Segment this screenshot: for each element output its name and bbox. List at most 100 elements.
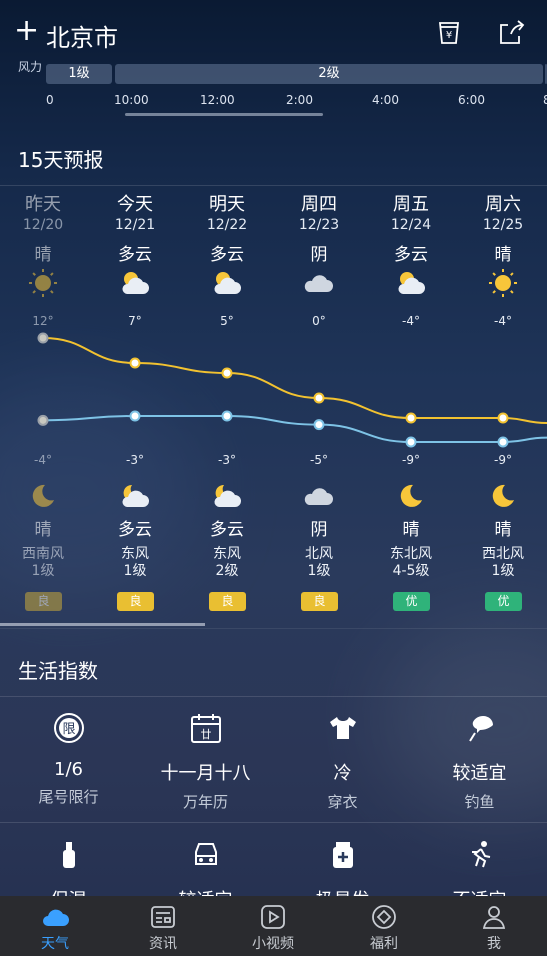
day-column[interactable]: 今天 12/21 多云 — [89, 194, 181, 266]
time-label: 0 — [46, 93, 54, 107]
life-index-item[interactable]: 限 1/6 尾号限行 — [0, 711, 137, 807]
running-icon — [463, 838, 497, 872]
forecast-title: 15天预报 — [18, 148, 104, 172]
day-name: 周六 — [485, 194, 521, 215]
life-index-item[interactable]: 廿 十一月十八 万年历 — [137, 711, 274, 812]
temperature-chart — [37, 332, 547, 448]
day-condition: 多云 — [118, 245, 152, 265]
day-condition: 晴 — [494, 245, 512, 265]
night-condition: 多云 — [210, 520, 244, 540]
moon-icon — [26, 481, 60, 511]
day-condition: 晴 — [34, 245, 52, 265]
hourly-scroll-indicator[interactable] — [125, 113, 323, 116]
day-column[interactable]: 昨天 12/20 晴 — [0, 194, 89, 266]
bottom-nav: 天气 资讯 小视频 福利 我 — [0, 896, 547, 956]
nav-weather[interactable]: 天气 — [0, 896, 110, 953]
top-header: + 北京市 ¥ — [0, 0, 547, 64]
night-condition: 晴 — [34, 520, 52, 540]
day-column[interactable]: 周四 12/23 阴 — [273, 194, 365, 266]
wind-level: 1级 — [307, 563, 331, 579]
day-name: 明天 — [209, 194, 245, 215]
aqi-badge: 优 — [485, 592, 522, 611]
day-column[interactable]: 明天 12/22 多云 — [181, 194, 273, 266]
moisturizer-icon — [52, 838, 86, 872]
wind-direction: 东风 — [213, 546, 241, 562]
day-date: 12/21 — [114, 217, 156, 233]
aqi-badge: 良 — [25, 592, 62, 611]
divider — [0, 696, 547, 697]
nav-label: 小视频 — [252, 936, 294, 952]
forecast-scroll-indicator[interactable] — [0, 623, 205, 626]
wind-segment: 1级 — [46, 64, 112, 84]
gift-icon — [369, 902, 399, 932]
partly-cloudy-night-icon — [118, 481, 152, 511]
temp-curve — [42, 337, 547, 424]
time-label: 8 — [543, 93, 547, 107]
day-date: 12/22 — [206, 217, 248, 233]
divider — [0, 628, 547, 629]
partly-cloudy-night-icon — [210, 481, 244, 511]
nav-profile[interactable]: 我 — [439, 896, 547, 953]
life-index-item[interactable]: 冷 穿衣 — [274, 711, 411, 812]
time-label: 6:00 — [458, 93, 485, 107]
nav-label: 福利 — [370, 936, 398, 952]
life-index-name: 万年历 — [182, 793, 228, 811]
city-name[interactable]: 北京市 — [46, 18, 118, 53]
life-index-name: 穿衣 — [327, 793, 358, 811]
medicine-icon — [326, 838, 360, 872]
day-condition: 多云 — [210, 245, 244, 265]
fishing-icon — [463, 711, 497, 745]
cloud-icon — [40, 902, 70, 932]
add-city-button[interactable]: + — [14, 14, 39, 48]
life-index-value: 冷 — [333, 763, 352, 784]
svg-text:限: 限 — [62, 722, 75, 737]
life-index-name: 尾号限行 — [38, 788, 99, 806]
life-index-value: 1/6 — [54, 759, 83, 780]
calendar-icon: 廿 — [189, 711, 223, 745]
nav-label: 我 — [487, 936, 501, 952]
sun-icon — [26, 268, 60, 298]
day-condition: 阴 — [310, 245, 328, 265]
night-condition: 阴 — [310, 520, 328, 540]
partly-cloudy-icon — [118, 268, 152, 298]
wind-level: 4-5级 — [392, 563, 430, 579]
cloud-icon — [302, 481, 336, 511]
svg-text:¥: ¥ — [446, 30, 452, 41]
sun-icon — [486, 268, 520, 298]
cloud-icon — [302, 268, 336, 298]
profile-icon — [479, 902, 509, 932]
nav-news[interactable]: 资讯 — [108, 896, 218, 953]
life-index-title: 生活指数 — [18, 659, 98, 683]
wind-direction: 东风 — [121, 546, 149, 562]
yen-cup-icon[interactable]: ¥ — [432, 16, 466, 50]
wind-level: 1级 — [31, 563, 55, 579]
nav-short-video[interactable]: 小视频 — [218, 896, 328, 953]
temp-point — [497, 436, 509, 448]
time-label: 12:00 — [200, 93, 235, 107]
divider — [0, 822, 547, 823]
day-column[interactable]: 周六 12/25 晴 — [457, 194, 547, 266]
life-index-value: 较适宜 — [452, 763, 507, 784]
wind-segment: 2级 — [115, 64, 543, 84]
day-date: 12/25 — [482, 217, 524, 233]
time-label: 2:00 — [286, 93, 313, 107]
day-name: 今天 — [117, 194, 153, 215]
day-name: 昨天 — [25, 194, 61, 215]
share-icon[interactable] — [494, 16, 528, 50]
wind-direction: 西南风 — [22, 546, 64, 562]
life-index-item[interactable]: 较适宜 钓鱼 — [411, 711, 547, 812]
day-column[interactable]: 周五 12/24 多云 — [365, 194, 457, 266]
temp-point — [221, 367, 233, 379]
temp-curve — [42, 415, 547, 443]
nav-rewards[interactable]: 福利 — [329, 896, 439, 953]
day-name: 周四 — [301, 194, 337, 215]
clothing-icon — [326, 711, 360, 745]
night-condition: 多云 — [118, 520, 152, 540]
aqi-badge: 良 — [209, 592, 246, 611]
moon-icon — [486, 481, 520, 511]
nav-label: 资讯 — [149, 936, 177, 952]
day-condition: 多云 — [394, 245, 428, 265]
aqi-badge: 良 — [301, 592, 338, 611]
news-icon — [148, 902, 178, 932]
temp-point — [221, 410, 233, 422]
